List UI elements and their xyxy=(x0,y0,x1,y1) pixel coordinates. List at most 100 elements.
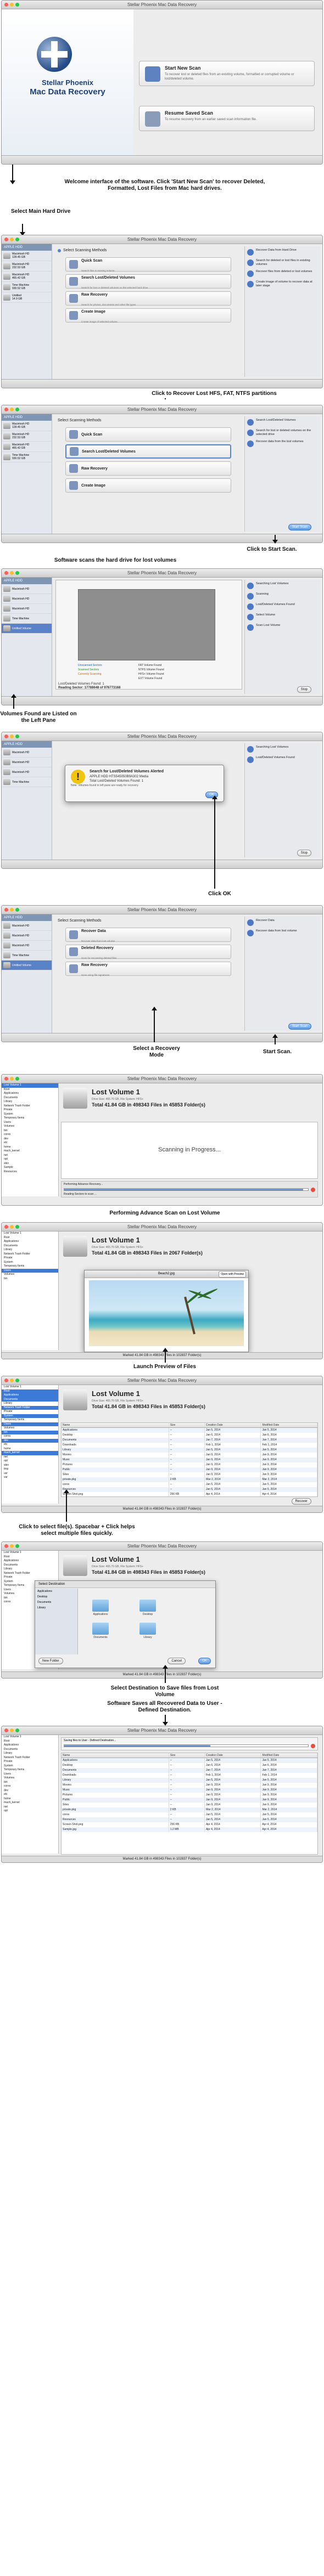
drive-item[interactable]: Macintosh HD xyxy=(2,931,52,941)
drive-item[interactable]: Macintosh HD xyxy=(2,921,52,931)
sheet-sidebar-item[interactable]: Library xyxy=(35,1605,77,1611)
tree-item[interactable]: Network Trash Folder xyxy=(2,1572,58,1576)
stop-icon[interactable] xyxy=(311,1188,315,1192)
drive-item[interactable]: Time Machine 930.52 GB xyxy=(2,452,52,462)
tree-item[interactable]: sbin xyxy=(2,1162,58,1166)
tree-item[interactable]: Applications xyxy=(2,1559,58,1563)
tree-item[interactable]: Library xyxy=(2,1248,58,1252)
tree-item[interactable]: Users xyxy=(2,1422,58,1426)
tree-item[interactable]: bin xyxy=(2,1430,58,1434)
drive-item[interactable]: Macintosh HD xyxy=(2,748,52,758)
tree-item[interactable]: opt xyxy=(2,1157,58,1162)
start-scan-button[interactable]: Start Scan xyxy=(288,524,311,530)
tree-item[interactable]: Temporary Items xyxy=(2,1418,58,1422)
tree-item[interactable]: dev xyxy=(2,1789,58,1793)
table-row[interactable]: private.pkg 2 KB Mar 2, 2014 Mar 2, 2014 xyxy=(62,1477,317,1482)
create-image-option[interactable]: Create Image xyxy=(65,478,231,493)
folder-icon[interactable] xyxy=(92,1623,109,1635)
tree-item[interactable]: net xyxy=(2,1805,58,1810)
tree-item[interactable]: bin xyxy=(2,1129,58,1133)
column-header[interactable]: Name xyxy=(62,1423,169,1427)
tree-item[interactable]: Network Trash Folder xyxy=(2,1252,58,1257)
ok-button[interactable]: OK xyxy=(198,1658,211,1664)
table-row[interactable]: Applications -- Jan 5, 2014 Jan 5, 2014 xyxy=(62,1428,317,1433)
tree-item[interactable]: Volumes xyxy=(2,1125,58,1129)
table-row[interactable]: cores -- Jan 5, 2014 Jan 5, 2014 xyxy=(62,1812,317,1817)
stop-button[interactable]: Stop xyxy=(297,686,311,693)
column-header[interactable]: Modified Date xyxy=(261,1423,317,1427)
tree-item[interactable]: dev xyxy=(2,1438,58,1443)
tree-item[interactable]: Network Trash Folder xyxy=(2,1104,58,1109)
raw-recovery-option[interactable]: Raw Recovery Scan using file signatures xyxy=(65,962,231,976)
column-header[interactable]: Creation Date xyxy=(205,1423,261,1427)
tree-item[interactable]: bin xyxy=(2,1781,58,1785)
tree-item[interactable]: mach_kernel xyxy=(2,1451,58,1455)
tree-item[interactable]: Documents xyxy=(2,1748,58,1752)
table-row[interactable]: Pictures -- Jan 9, 2014 Jan 9, 2014 xyxy=(62,1462,317,1467)
drive-item[interactable]: Macintosh HD 232.53 GB xyxy=(2,431,52,442)
tree-item[interactable]: Applications xyxy=(2,1092,58,1096)
drive-item[interactable]: Macintosh HD 465.42 GB xyxy=(2,442,52,452)
tree-item[interactable]: mach_kernel xyxy=(2,1149,58,1154)
tree-item[interactable]: Library xyxy=(2,1402,58,1406)
table-row[interactable]: Screen Shot.png 256 KB Apr 4, 2014 Apr 4, 2… xyxy=(62,1492,317,1496)
table-row[interactable]: Music -- Jan 9, 2014 Jan 9, 2014 xyxy=(62,1458,317,1462)
tree-item[interactable]: Applications xyxy=(2,1240,58,1244)
column-header[interactable]: Name xyxy=(62,1753,169,1758)
table-row[interactable]: Public -- Jan 9, 2014 Jan 9, 2014 xyxy=(62,1798,317,1803)
tree-item[interactable]: Temporary Items xyxy=(2,1264,58,1269)
table-row[interactable]: Desktop -- Jan 6, 2014 Jan 6, 2014 xyxy=(62,1433,317,1438)
tree-item[interactable]: System xyxy=(2,1414,58,1418)
tree-item[interactable]: Library xyxy=(2,1100,58,1104)
quick-scan-option[interactable]: Quick Scan Search files in existing volum… xyxy=(65,257,231,272)
tree-item[interactable]: opt xyxy=(2,1809,58,1814)
tree-item[interactable]: System xyxy=(2,1261,58,1265)
tree-item[interactable]: net xyxy=(2,1455,58,1460)
table-row[interactable]: private.pkg 2 KB Mar 2, 2014 Mar 2, 2014 xyxy=(62,1807,317,1812)
column-header[interactable]: Size xyxy=(169,1753,205,1758)
tree-item[interactable]: home xyxy=(2,1797,58,1801)
tree-item[interactable]: Lost Volume 1 xyxy=(2,1083,58,1088)
tree-item[interactable]: Root xyxy=(2,1389,58,1393)
tree-item[interactable]: home xyxy=(2,1447,58,1451)
folder-icon[interactable] xyxy=(139,1600,156,1612)
tree-item[interactable]: Documents xyxy=(2,1096,58,1100)
tree-item[interactable]: Sample xyxy=(2,1166,58,1170)
tree-item[interactable]: Private xyxy=(2,1760,58,1764)
table-row[interactable]: Resources--Jan 5, 2014Jan 5, 2014 xyxy=(62,1487,317,1492)
drive-item[interactable]: Macintosh HD xyxy=(2,604,52,614)
start-new-scan-button[interactable]: Start New Scan To recover lost or delete… xyxy=(139,61,315,86)
tree-item[interactable]: Resources xyxy=(2,1170,58,1174)
table-row[interactable]: Downloads -- Feb 1, 2014 Feb 1, 2014 xyxy=(62,1773,317,1778)
drive-item[interactable]: Macintosh HD 128.45 GB xyxy=(2,251,52,261)
tree-item[interactable]: sbin xyxy=(2,1464,58,1468)
recover-data-option[interactable]: Recover Data Recover data from lost volum… xyxy=(65,928,231,942)
tree-item[interactable]: Root xyxy=(2,1236,58,1240)
raw-recovery-option[interactable]: Raw Recovery Search for photos, documents… xyxy=(65,291,231,306)
tree-item[interactable]: Root xyxy=(2,1739,58,1744)
drive-item[interactable]: Macintosh HD xyxy=(2,758,52,767)
tree-item[interactable]: Library xyxy=(2,1752,58,1756)
table-row[interactable]: Documents -- Jan 7, 2014 Jan 7, 2014 xyxy=(62,1768,317,1773)
tree-item[interactable]: Applications xyxy=(2,1393,58,1398)
tree-item[interactable]: Documents xyxy=(2,1563,58,1568)
new-folder-button[interactable]: New Folder xyxy=(38,1658,63,1664)
tree-item[interactable]: dev xyxy=(2,1137,58,1142)
tree-item[interactable]: Lost Volume 1 xyxy=(2,1231,58,1236)
create-image-option[interactable]: Create Image Create image of selected vol… xyxy=(65,308,231,323)
tree-item[interactable]: home xyxy=(2,1145,58,1150)
tree-item[interactable]: Lost Volume 1 xyxy=(2,1385,58,1389)
tree-item[interactable]: Root xyxy=(2,1088,58,1092)
drive-item[interactable]: Macintosh HD 128.45 GB xyxy=(2,421,52,431)
folder-icon[interactable] xyxy=(92,1600,109,1612)
tree-item[interactable]: var xyxy=(2,1476,58,1480)
tree-item[interactable]: Volumes xyxy=(2,1426,58,1431)
tree-item[interactable]: Lost Volume 1 xyxy=(2,1551,58,1555)
stop-icon[interactable] xyxy=(311,1744,315,1748)
tree-item[interactable]: Temporary Items xyxy=(2,1768,58,1772)
table-row[interactable]: Movies -- Jan 9, 2014 Jan 9, 2014 xyxy=(62,1453,317,1458)
tree-item[interactable]: etc xyxy=(2,1141,58,1145)
table-row[interactable]: Music -- Jan 9, 2014 Jan 9, 2014 xyxy=(62,1788,317,1793)
table-row[interactable]: Public -- Jan 9, 2014 Jan 9, 2014 xyxy=(62,1467,317,1472)
tree-item[interactable]: etc xyxy=(2,1793,58,1797)
